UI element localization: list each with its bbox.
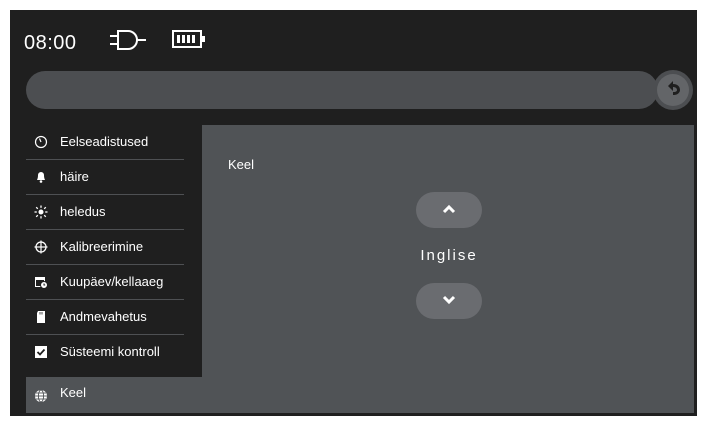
sidebar-item-calibration[interactable]: Kalibreerimine — [26, 230, 202, 265]
sidebar-item-brightness[interactable]: heledus — [26, 195, 202, 230]
next-option-button[interactable] — [416, 283, 482, 319]
title-bar — [26, 71, 658, 109]
content-title: Keel — [228, 157, 255, 172]
chevron-down-icon — [442, 292, 456, 310]
sidebar-item-system-check[interactable]: Süsteemi kontroll — [26, 335, 202, 370]
sidebar-item-alarm[interactable]: häire — [26, 160, 202, 195]
sidebar-item-label: Keel — [60, 385, 87, 400]
device-screen: 08:00 Keel Inglise Eelseadistused häire … — [10, 10, 697, 416]
power-plug-icon — [110, 29, 160, 56]
previous-option-button[interactable] — [416, 192, 482, 228]
sidebar-item-label: heledus — [60, 204, 106, 219]
sidebar-item-date-time[interactable]: Kuupäev/kellaaeg — [26, 265, 202, 300]
calendar-clock-icon — [34, 275, 48, 289]
sidebar-item-language[interactable]: Keel — [26, 377, 202, 413]
battery-full-icon — [172, 29, 206, 54]
sidebar-item-label: Süsteemi kontroll — [60, 344, 160, 359]
language-value: Inglise — [420, 247, 478, 264]
sidebar-item-label: häire — [60, 169, 89, 184]
sidebar-item-presets[interactable]: Eelseadistused — [26, 125, 202, 160]
bell-icon — [34, 170, 48, 184]
chevron-up-icon — [442, 201, 456, 219]
settings-sidebar: Eelseadistused häire heledus Kalibreerim… — [26, 125, 202, 377]
sidebar-item-label: Andmevahetus — [60, 309, 147, 324]
status-time: 08:00 — [24, 32, 77, 54]
globe-icon — [34, 389, 48, 403]
sd-card-icon — [34, 310, 48, 324]
sidebar-item-label: Kalibreerimine — [60, 239, 144, 254]
sidebar-item-label: Kuupäev/kellaaeg — [60, 274, 164, 289]
crosshair-icon — [34, 240, 48, 254]
sidebar-item-label: Eelseadistused — [60, 134, 149, 149]
sidebar-item-data-exchange[interactable]: Andmevahetus — [26, 300, 202, 335]
back-arrow-icon — [664, 79, 682, 102]
settings-content-panel: Keel Inglise — [202, 125, 694, 413]
checkbox-icon — [34, 345, 48, 359]
back-button[interactable] — [653, 70, 693, 110]
brightness-icon — [34, 205, 48, 219]
preset-dial-icon — [34, 135, 48, 149]
